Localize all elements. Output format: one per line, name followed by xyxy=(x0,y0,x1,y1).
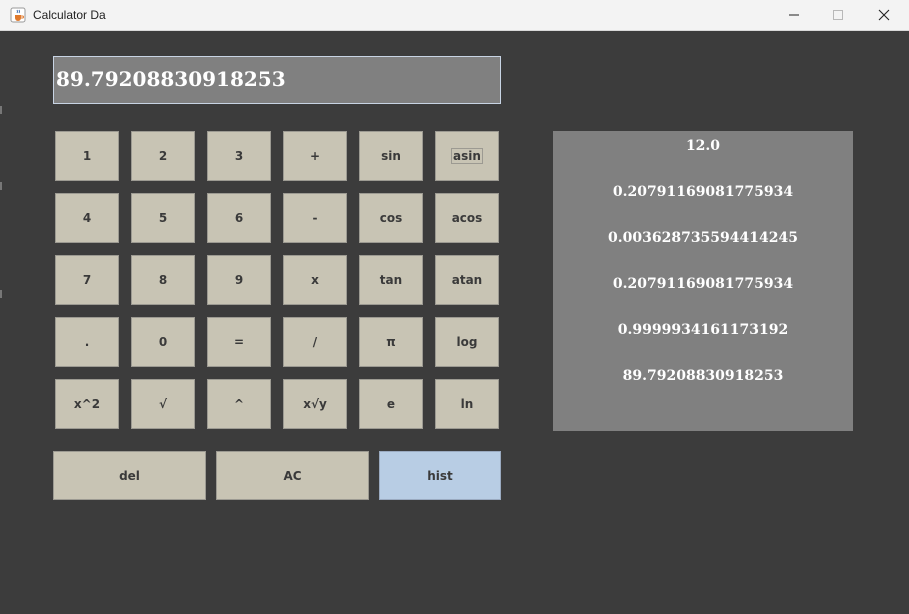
key-label: x^2 xyxy=(73,397,101,411)
key-label: π xyxy=(386,335,396,349)
minimize-icon xyxy=(789,14,799,16)
key-label: = xyxy=(233,335,245,349)
key-label: - xyxy=(312,211,318,225)
key-label: ^ xyxy=(233,397,245,411)
close-button[interactable] xyxy=(861,0,907,30)
minimize-button[interactable] xyxy=(771,0,817,30)
java-cup-icon xyxy=(10,7,26,23)
key-label: 1 xyxy=(82,149,92,163)
key-label: 7 xyxy=(82,273,92,287)
window-edge-mark xyxy=(0,290,2,298)
key-acos-button[interactable]: acos xyxy=(435,193,499,243)
window-title: Calculator Da xyxy=(33,8,106,22)
key-label: ln xyxy=(460,397,474,411)
key-label: 4 xyxy=(82,211,92,225)
key-label: 8 xyxy=(158,273,168,287)
key-sin-button[interactable]: sin xyxy=(359,131,423,181)
maximize-button[interactable] xyxy=(815,0,861,30)
key-label: 3 xyxy=(234,149,244,163)
key-label: asin xyxy=(451,148,483,164)
key-multiply-button[interactable]: x xyxy=(283,255,347,305)
hist-label: hist xyxy=(427,468,453,483)
key-5-button[interactable]: 5 xyxy=(131,193,195,243)
history-item: 0.003628735594414245 xyxy=(608,230,798,246)
title-bar: Calculator Da xyxy=(0,0,909,31)
key-0-button[interactable]: 0 xyxy=(131,317,195,367)
key-label: x xyxy=(311,273,319,287)
history-item: 0.20791169081775934 xyxy=(612,184,794,200)
key-7-button[interactable]: 7 xyxy=(55,255,119,305)
key-power-button[interactable]: ^ xyxy=(207,379,271,429)
hist-button[interactable]: hist xyxy=(379,451,501,500)
ac-label: AC xyxy=(283,468,302,483)
key-e-button[interactable]: e xyxy=(359,379,423,429)
key-asin-button[interactable]: asin xyxy=(435,131,499,181)
maximize-icon xyxy=(833,10,843,20)
key-pi-button[interactable]: π xyxy=(359,317,423,367)
key-label: atan xyxy=(451,273,483,287)
key-minus-button[interactable]: - xyxy=(283,193,347,243)
ac-button[interactable]: AC xyxy=(216,451,369,500)
key-label: + xyxy=(309,149,321,163)
key-atan-button[interactable]: atan xyxy=(435,255,499,305)
key-label: 2 xyxy=(158,149,168,163)
key-3-button[interactable]: 3 xyxy=(207,131,271,181)
key-cos-button[interactable]: cos xyxy=(359,193,423,243)
key-tan-button[interactable]: tan xyxy=(359,255,423,305)
key-divide-button[interactable]: / xyxy=(283,317,347,367)
del-button[interactable]: del xyxy=(53,451,206,500)
key-label: sin xyxy=(381,149,401,163)
key-2-button[interactable]: 2 xyxy=(131,131,195,181)
key-label: 9 xyxy=(234,273,244,287)
key-8-button[interactable]: 8 xyxy=(131,255,195,305)
key-ln-button[interactable]: ln xyxy=(435,379,499,429)
key-decimal-button[interactable]: . xyxy=(55,317,119,367)
history-item: 0.9999934161173192 xyxy=(617,322,789,338)
key-label: acos xyxy=(451,211,483,225)
del-label: del xyxy=(119,468,140,483)
key-label: . xyxy=(84,335,90,349)
key-label: tan xyxy=(379,273,403,287)
key-label: / xyxy=(312,335,318,349)
key-label: x√y xyxy=(303,397,327,411)
calculator-display[interactable]: 89.79208830918253 xyxy=(53,56,501,104)
key-label: 6 xyxy=(234,211,244,225)
key-label: cos xyxy=(379,211,403,225)
history-item: 0.20791169081775934 xyxy=(612,276,794,292)
key-label: 0 xyxy=(158,335,168,349)
close-icon xyxy=(878,9,890,21)
window-edge-mark xyxy=(0,106,2,114)
key-6-button[interactable]: 6 xyxy=(207,193,271,243)
key-9-button[interactable]: 9 xyxy=(207,255,271,305)
key-plus-button[interactable]: + xyxy=(283,131,347,181)
key-1-button[interactable]: 1 xyxy=(55,131,119,181)
key-square-button[interactable]: x^2 xyxy=(55,379,119,429)
key-4-button[interactable]: 4 xyxy=(55,193,119,243)
key-log-button[interactable]: log xyxy=(435,317,499,367)
display-value: 89.79208830918253 xyxy=(56,67,286,91)
key-label: 5 xyxy=(158,211,168,225)
key-label: e xyxy=(386,397,396,411)
key-sqrt-button[interactable]: √ xyxy=(131,379,195,429)
key-label: log xyxy=(456,335,478,349)
history-item: 89.79208830918253 xyxy=(622,368,784,384)
history-item: 12.0 xyxy=(685,138,721,154)
history-panel: 12.0 0.20791169081775934 0.003628735594414… xyxy=(553,131,853,431)
key-equals-button[interactable]: = xyxy=(207,317,271,367)
window-edge-mark xyxy=(0,182,2,190)
key-nth-root-button[interactable]: x√y xyxy=(283,379,347,429)
key-label: √ xyxy=(158,397,167,411)
